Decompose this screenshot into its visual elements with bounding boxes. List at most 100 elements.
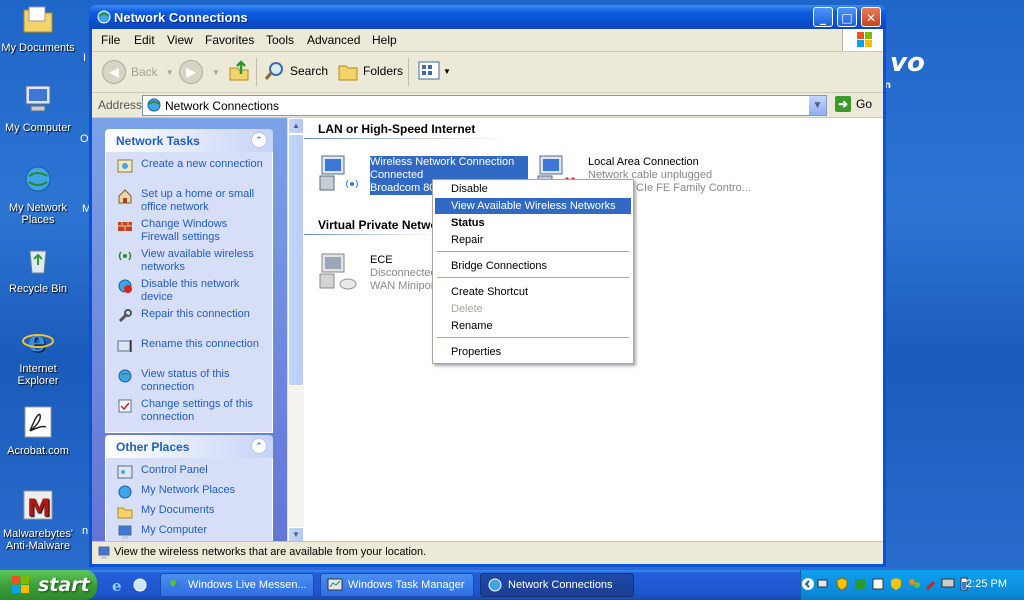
taskbar-button-network-connections[interactable]: Network Connections xyxy=(480,573,634,597)
task-view-wireless-networks[interactable]: View available wireless networks xyxy=(117,248,268,274)
connection-device: WAN Minipor xyxy=(370,280,434,292)
desktop-icon-label: Malwarebytes' Anti-Malware xyxy=(3,528,73,552)
views-button[interactable]: ▼ xyxy=(418,60,451,82)
security-tray-icon[interactable] xyxy=(889,577,903,591)
minimize-button[interactable]: _ xyxy=(813,7,833,27)
menu-view[interactable]: View xyxy=(167,33,193,47)
menu-favorites[interactable]: Favorites xyxy=(205,33,254,47)
place-control-panel[interactable]: Control Panel xyxy=(117,464,268,480)
quick-launch-icon[interactable] xyxy=(132,577,148,593)
menu-item-repair[interactable]: Repair xyxy=(435,232,631,248)
taskbar-button-label: Windows Live Messen... xyxy=(188,579,307,591)
windows-logo xyxy=(842,29,883,51)
forward-button[interactable]: ▶ ▼ xyxy=(179,60,220,84)
menu-separator xyxy=(437,337,629,338)
desktop-icon-my-documents[interactable]: My Documents xyxy=(0,2,78,54)
application-tray-icon[interactable] xyxy=(871,577,885,591)
chevron-down-icon: ▼ xyxy=(212,67,220,77)
vpn-connection-icon xyxy=(319,253,357,290)
place-my-network-places[interactable]: My Network Places xyxy=(117,484,268,500)
go-button[interactable]: ➜ Go xyxy=(835,96,872,112)
taskbar-button-messenger[interactable]: Windows Live Messen... xyxy=(160,573,314,597)
menu-help[interactable]: Help xyxy=(372,33,397,47)
task-view-status[interactable]: View status of this connection xyxy=(117,368,268,394)
menu-edit[interactable]: Edit xyxy=(134,33,155,47)
title-bar[interactable]: Network Connections _ □ ✕ xyxy=(89,5,886,29)
status-text: View the wireless networks that are avai… xyxy=(114,546,427,558)
connection-name: Wireless Network Connection xyxy=(370,156,515,168)
maximize-button[interactable]: □ xyxy=(837,7,857,27)
svg-text:e: e xyxy=(28,325,46,357)
status-tray-icon[interactable] xyxy=(853,577,867,591)
task-repair-connection[interactable]: Repair this connection xyxy=(117,308,268,334)
monitor-tray-icon[interactable] xyxy=(941,577,955,591)
internet-explorer-icon[interactable]: e xyxy=(110,577,126,593)
menu-item-create-shortcut[interactable]: Create Shortcut xyxy=(435,284,631,300)
scroll-up-button[interactable]: ▲ xyxy=(288,118,304,134)
wireless-icon xyxy=(118,251,132,261)
menu-item-rename[interactable]: Rename xyxy=(435,318,631,334)
place-label: My Network Places xyxy=(141,484,236,496)
desktop-icon-label: My Documents xyxy=(1,42,75,54)
back-arrow-icon: ◀ xyxy=(102,60,126,84)
desktop-icon-label: My Computer xyxy=(4,122,72,134)
clock[interactable]: 2:25 PM xyxy=(966,578,1007,590)
task-rename-connection[interactable]: Rename this connection xyxy=(117,338,268,364)
ece-connection-text: ECE Disconnected WAN Minipor xyxy=(370,254,434,293)
network-connections-icon xyxy=(147,98,161,112)
menu-tools[interactable]: Tools xyxy=(266,33,294,47)
menu-item-properties[interactable]: Properties xyxy=(435,344,631,360)
place-my-computer[interactable]: My Computer xyxy=(117,524,268,540)
menu-advanced[interactable]: Advanced xyxy=(307,33,360,47)
menu-separator xyxy=(437,277,629,278)
desktop-icon-recycle-bin[interactable]: Recycle Bin xyxy=(0,243,78,295)
address-field[interactable]: Network Connections ▼ xyxy=(142,95,827,116)
network-globe-icon xyxy=(25,166,51,192)
desktop-icon-my-computer[interactable]: My Computer xyxy=(0,82,78,134)
collapse-icon[interactable]: ⌃ xyxy=(251,132,267,148)
svg-text:M: M xyxy=(27,494,51,522)
menu-item-bridge-connections[interactable]: Bridge Connections xyxy=(435,258,631,274)
back-button[interactable]: ◀ Back ▼ xyxy=(102,60,174,84)
partial-desktop-label: n xyxy=(82,525,89,537)
search-button[interactable]: Search xyxy=(264,60,328,82)
folders-button[interactable]: Folders xyxy=(337,60,403,82)
network-tasks-list: Create a new connection Set up a home or… xyxy=(105,152,273,433)
start-button[interactable]: start xyxy=(0,570,97,600)
network-tray-icon[interactable] xyxy=(817,577,831,591)
tools-tray-icon[interactable] xyxy=(925,577,939,591)
chevron-down-icon: ▼ xyxy=(443,66,451,76)
task-change-settings[interactable]: Change settings of this connection xyxy=(117,398,268,424)
task-pane: Network Tasks ⌃ Create a new connection … xyxy=(92,118,287,543)
show-hidden-icons-icon[interactable] xyxy=(801,577,815,591)
menu-item-delete: Delete xyxy=(451,303,483,315)
people-tray-icon[interactable] xyxy=(907,577,921,591)
menu-item-disable[interactable]: Disable xyxy=(435,181,631,197)
desktop-icon-my-network-places[interactable]: My Network Places xyxy=(0,162,78,226)
forward-arrow-icon: ▶ xyxy=(179,60,203,84)
address-dropdown-button[interactable]: ▼ xyxy=(809,96,826,115)
task-label: Create a new connection xyxy=(141,158,263,170)
task-pane-scrollbar[interactable]: ▲ ▼ xyxy=(287,118,304,543)
windows-flag-icon xyxy=(12,576,29,593)
task-disable-device[interactable]: Disable this network device xyxy=(117,278,268,304)
task-create-connection[interactable]: Create a new connection xyxy=(117,158,268,184)
menu-bar: File Edit View Favorites Tools Advanced … xyxy=(92,29,883,52)
task-setup-home-network[interactable]: Set up a home or small office network xyxy=(117,188,268,214)
shield-icon[interactable] xyxy=(835,577,849,591)
close-button[interactable]: ✕ xyxy=(861,7,881,27)
up-folder-button[interactable] xyxy=(228,60,250,82)
other-places-header[interactable]: Other Places ⌃ xyxy=(105,435,273,458)
menu-file[interactable]: File xyxy=(101,33,120,47)
desktop-icon-internet-explorer[interactable]: e Internet Explorer xyxy=(0,323,78,387)
desktop-icon-acrobat[interactable]: Acrobat.com xyxy=(0,405,78,457)
taskbar-button-task-manager[interactable]: Windows Task Manager xyxy=(320,573,474,597)
collapse-icon[interactable]: ⌃ xyxy=(251,438,267,454)
place-my-documents[interactable]: My Documents xyxy=(117,504,268,520)
menu-item-view-wireless-networks[interactable]: View Available Wireless Networks xyxy=(435,198,631,214)
scroll-thumb[interactable] xyxy=(288,134,304,386)
desktop-icon-malwarebytes[interactable]: M Malwarebytes' Anti-Malware xyxy=(0,488,78,552)
task-firewall-settings[interactable]: Change Windows Firewall settings xyxy=(117,218,268,244)
menu-item-status[interactable]: Status xyxy=(435,215,631,231)
network-tasks-header[interactable]: Network Tasks ⌃ xyxy=(105,129,273,152)
